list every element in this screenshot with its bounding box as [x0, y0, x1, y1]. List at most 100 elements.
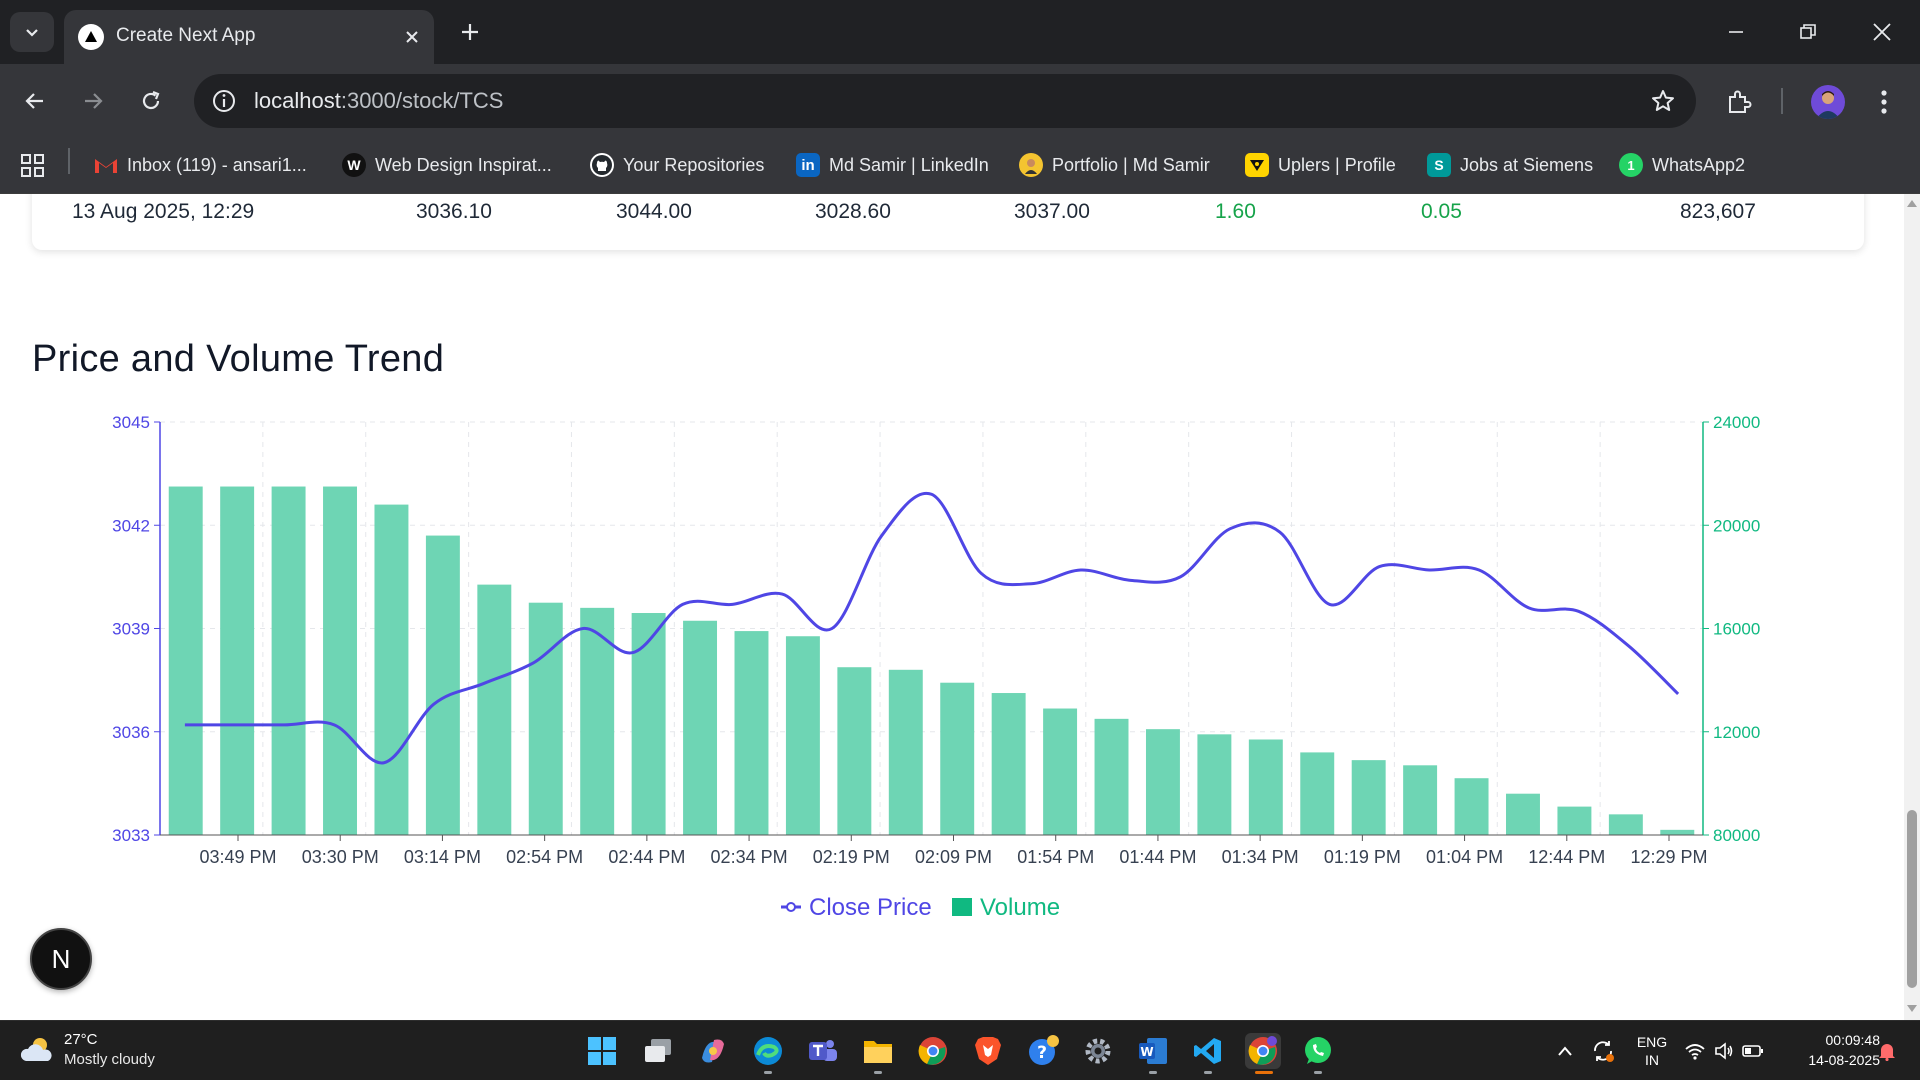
x-tick-label: 02:44 PM [608, 847, 685, 867]
url-text[interactable]: localhost:3000/stock/TCS [254, 88, 503, 114]
copilot-app[interactable] [695, 1033, 731, 1069]
whatsapp-running-indicator [1314, 1071, 1322, 1074]
weather-widget[interactable]: 27°C Mostly cloudy [18, 1029, 218, 1073]
x-tick-label: 01:34 PM [1222, 847, 1299, 867]
bookmark-label: Your Repositories [623, 154, 765, 175]
right-tick-label: 800000 [1713, 826, 1760, 845]
x-tick-label: 03:14 PM [404, 847, 481, 867]
chevron-down-icon [26, 29, 38, 37]
vscode-app[interactable] [1190, 1033, 1226, 1069]
forward-button[interactable] [72, 80, 114, 122]
word-app[interactable]: W [1135, 1033, 1171, 1069]
language-indicator[interactable]: ENG IN [1632, 1031, 1672, 1071]
network-sound-battery-group[interactable] [1684, 1031, 1764, 1071]
show-hidden-icons-button[interactable] [1552, 1031, 1578, 1071]
gmail-icon [94, 153, 118, 177]
bookmark-label: Uplers | Profile [1278, 154, 1396, 175]
close-icon [406, 31, 418, 43]
brave-icon [975, 1037, 1001, 1065]
legend-line-marker [786, 902, 796, 912]
apps-grid-icon[interactable] [20, 153, 46, 179]
tab-close-button[interactable] [398, 23, 426, 51]
legend-label-close-price: Close Price [809, 894, 932, 921]
chrome-menu-button[interactable] [1864, 82, 1904, 122]
bookmark-webdesign[interactable]: W Web Design Inspirat... [342, 150, 552, 180]
chrome-profile-app[interactable] [1245, 1033, 1281, 1069]
help-app[interactable]: ? [1025, 1033, 1061, 1069]
volume-bar [837, 667, 872, 835]
system-clock[interactable]: 00:09:48 14-08-2025 [1780, 1030, 1880, 1070]
bookmark-uplers[interactable]: Uplers | Profile [1245, 150, 1396, 180]
scrollbar-thumb[interactable] [1907, 810, 1917, 988]
reload-button[interactable] [130, 80, 172, 122]
site-info-icon[interactable] [210, 87, 238, 115]
bookmark-github[interactable]: Your Repositories [590, 150, 764, 180]
reload-icon [142, 90, 160, 110]
scroll-down-arrow-icon[interactable] [1907, 1005, 1917, 1012]
teams-app[interactable] [805, 1033, 841, 1069]
bookmark-whatsapp[interactable]: 1 WhatsApp2 [1619, 150, 1745, 180]
minimize-button[interactable] [1714, 12, 1758, 52]
left-tick-label: 3045 [112, 413, 150, 432]
nextjs-dev-tools-button[interactable]: N [30, 928, 92, 990]
volume-bar [991, 693, 1026, 835]
bookmark-label: Jobs at Siemens [1460, 154, 1594, 175]
x-tick-label: 01:04 PM [1426, 847, 1503, 867]
edge-app[interactable] [750, 1033, 786, 1069]
lang-top: ENG [1636, 1034, 1668, 1050]
bookmark-label: Md Samir | LinkedIn [829, 154, 989, 175]
volume-bar [1403, 765, 1438, 835]
restore-button[interactable] [1786, 12, 1830, 52]
task-view-icon [645, 1039, 671, 1062]
bookmark-linkedin[interactable]: in Md Samir | LinkedIn [796, 150, 989, 180]
page-scrollbar[interactable] [1904, 194, 1920, 1020]
page-content: 13 Aug 2025, 12:29 3036.10 3044.00 3028.… [0, 194, 1904, 1020]
extensions-button[interactable] [1719, 82, 1759, 122]
whatsapp-icon: 1 [1619, 153, 1643, 177]
start-button[interactable] [584, 1033, 620, 1069]
tab-active[interactable]: Create Next App [64, 10, 434, 64]
whatsapp-app[interactable] [1300, 1033, 1336, 1069]
back-button[interactable] [14, 80, 56, 122]
bookmark-gmail[interactable]: Inbox (119) - ansari1... [94, 150, 307, 180]
volume-bar [1094, 718, 1129, 835]
minimize-icon [1729, 31, 1743, 33]
word-icon: W [1139, 1038, 1167, 1064]
explorer-running-indicator [874, 1071, 882, 1074]
x-tick-label: 02:54 PM [506, 847, 583, 867]
x-tick-label: 01:19 PM [1324, 847, 1401, 867]
help-icon: ? [1029, 1035, 1059, 1065]
tab-search-button[interactable] [10, 12, 54, 52]
address-bar[interactable]: localhost:3000/stock/TCS [194, 74, 1696, 128]
bookmark-star-button[interactable] [1648, 86, 1678, 116]
bookmark-siemens[interactable]: S Jobs at Siemens [1427, 150, 1593, 180]
new-tab-button[interactable] [452, 14, 488, 50]
scroll-up-arrow-icon[interactable] [1907, 200, 1917, 207]
file-explorer-app[interactable] [860, 1033, 896, 1069]
word-running-indicator [1149, 1071, 1157, 1074]
left-tick-label: 3042 [112, 516, 150, 535]
volume-bar [1660, 829, 1695, 835]
settings-app[interactable] [1080, 1033, 1116, 1069]
volume-bar [734, 631, 769, 835]
close-window-button[interactable] [1860, 12, 1904, 52]
task-view-button[interactable] [640, 1033, 676, 1069]
lang-bottom: IN [1645, 1052, 1659, 1068]
notifications-button[interactable] [1874, 1031, 1900, 1071]
chrome-app[interactable] [915, 1033, 951, 1069]
brave-app[interactable] [970, 1033, 1006, 1069]
x-tick-label: 02:19 PM [813, 847, 890, 867]
x-tick-label: 03:30 PM [302, 847, 379, 867]
bookmark-portfolio[interactable]: Portfolio | Md Samir [1019, 150, 1210, 180]
right-tick-label: 1200000 [1713, 723, 1760, 742]
profile-avatar[interactable] [1811, 85, 1845, 119]
toolbar-divider [1781, 88, 1783, 114]
restore-icon [1800, 24, 1816, 39]
bookmark-label: Inbox (119) - ansari1... [127, 154, 307, 175]
screen: Create Next App localhost:3000/stock/TCS… [0, 0, 1920, 1080]
x-tick-label: 03:49 PM [199, 847, 276, 867]
windows-taskbar: 27°C Mostly cloudy ? W ENG IN 00:09:48 1… [0, 1020, 1920, 1080]
teams-icon [809, 1040, 837, 1061]
sync-tray-icon[interactable] [1588, 1031, 1618, 1071]
edge-running-indicator [764, 1071, 772, 1074]
